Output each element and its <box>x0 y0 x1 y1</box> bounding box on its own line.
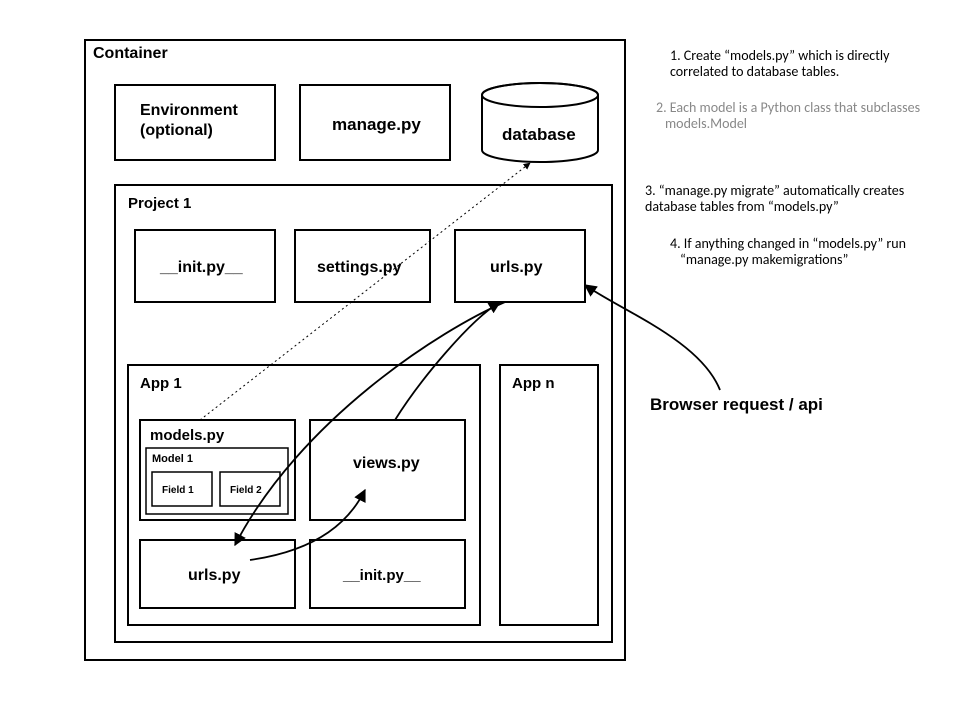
settings-label: settings.py <box>317 259 402 276</box>
browser-label: Browser request / api <box>650 395 823 414</box>
app1-label: App 1 <box>140 375 182 392</box>
model1-label: Model 1 <box>152 453 193 465</box>
environment-line1: Environment <box>140 102 238 119</box>
init-label: __init.py__ <box>159 259 244 276</box>
app-init-label: __init.py__ <box>342 567 421 584</box>
note-3a: 3. “manage.py migrate” automatically cre… <box>645 182 904 199</box>
note-2a: 2. Each model is a Python class that sub… <box>656 99 920 116</box>
project-urls-label: urls.py <box>490 259 543 276</box>
models-label: models.py <box>150 427 225 444</box>
field2-label: Field 2 <box>230 485 262 496</box>
app-urls-label: urls.py <box>188 567 241 584</box>
appn-label: App n <box>512 375 555 392</box>
note-2b: models.Model <box>665 115 747 132</box>
note-4b: “manage.py makemigrations” <box>680 251 848 268</box>
note-1b: correlated to database tables. <box>670 63 839 80</box>
views-label: views.py <box>353 455 420 472</box>
appn-box <box>500 365 598 625</box>
note-4a: 4. If anything changed in “models.py” ru… <box>670 235 906 252</box>
container-label: Container <box>93 45 168 62</box>
manage-label: manage.py <box>332 115 421 134</box>
database-label: database <box>502 125 576 144</box>
database-cylinder: database <box>482 83 598 162</box>
environment-line2: (optional) <box>140 122 213 139</box>
note-1a: 1. Create “models.py” which is directly <box>670 47 890 64</box>
note-3b: database tables from “models.py” <box>645 198 839 215</box>
field1-label: Field 1 <box>162 485 194 496</box>
project-label: Project 1 <box>128 195 191 212</box>
